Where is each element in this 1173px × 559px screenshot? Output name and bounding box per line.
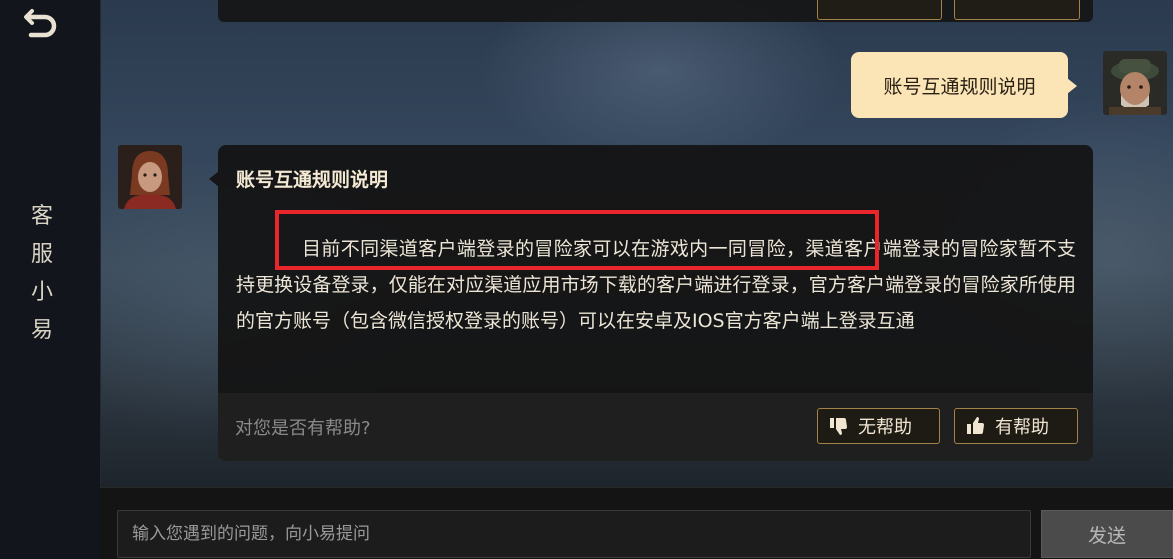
not-helpful-button[interactable]: 无帮助 xyxy=(817,408,940,444)
back-button[interactable] xyxy=(18,4,64,44)
thumbs-down-icon xyxy=(828,415,850,437)
sidebar-title-char: 客 xyxy=(30,204,53,229)
thumbs-up-icon xyxy=(965,415,987,437)
assistant-avatar xyxy=(118,145,182,209)
sidebar-title-char: 小 xyxy=(30,280,53,305)
send-button[interactable]: 发送 xyxy=(1041,510,1173,558)
answer-body: 目前不同渠道客户端登录的冒险家可以在游戏内一同冒险，渠道客户端登录的冒险家暂不支… xyxy=(236,238,1076,332)
sidebar-title: 客 服 小 易 xyxy=(22,198,62,350)
user-message-text: 账号互通规则说明 xyxy=(883,75,1036,98)
helpful-button[interactable]: 有帮助 xyxy=(954,408,1078,444)
sidebar-title-char: 易 xyxy=(30,318,53,343)
question-input[interactable] xyxy=(117,510,1031,558)
answer-title: 账号互通规则说明 xyxy=(236,169,389,191)
sidebar-title-char: 服 xyxy=(30,242,53,267)
user-message-bubble: 账号互通规则说明 xyxy=(851,52,1077,118)
left-sidebar: 客 服 小 易 xyxy=(0,0,101,559)
user-avatar xyxy=(1103,51,1167,115)
feedback-question: 对您是否有帮助? xyxy=(235,418,371,439)
not-helpful-label: 无帮助 xyxy=(858,417,912,438)
previous-answer-bubble xyxy=(218,0,1093,22)
back-arrow-icon xyxy=(24,9,57,38)
previous-not-helpful-button[interactable] xyxy=(817,0,942,20)
helpful-label: 有帮助 xyxy=(995,417,1049,438)
app-root: 客 服 小 易 账号互通规则说明 账号互通规则说明 目前不同渠道客户端登录的冒险… xyxy=(0,0,1173,559)
assistant-answer-bubble: 账号互通规则说明 目前不同渠道客户端登录的冒险家可以在游戏内一同冒险，渠道客户端… xyxy=(209,145,1093,461)
feedback-bar: 对您是否有帮助? 无帮助 有帮助 xyxy=(218,393,1093,461)
previous-helpful-button[interactable] xyxy=(954,0,1080,20)
input-bar: 发送 xyxy=(100,487,1173,559)
